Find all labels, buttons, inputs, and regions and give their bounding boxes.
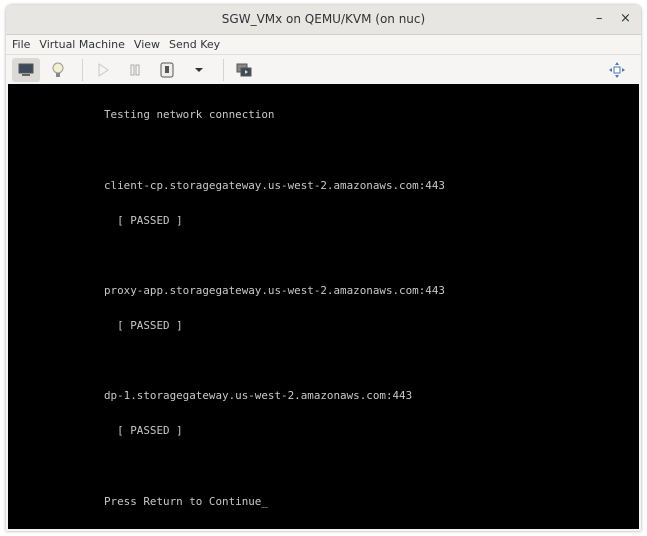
lightbulb-icon <box>52 62 64 77</box>
toolbar-separator <box>223 59 224 81</box>
console-heading: Testing network connection <box>104 108 275 122</box>
snapshots-icon <box>236 63 252 76</box>
window-title: SGW_VMx on QEMU/KVM (on nuc) <box>221 12 426 26</box>
console-text: Testing network connection client-cp.sto… <box>104 86 445 519</box>
monitor-icon <box>18 63 34 76</box>
run-button[interactable] <box>89 58 117 82</box>
power-icon <box>160 62 174 78</box>
toolbar <box>6 55 641 85</box>
title-bar: SGW_VMx on QEMU/KVM (on nuc) – × <box>6 5 641 35</box>
check-host: dp-1.storagegateway.us-west-2.amazonaws.… <box>104 389 413 403</box>
menu-send-key[interactable]: Send Key <box>169 38 220 51</box>
close-button[interactable]: × <box>620 11 631 26</box>
check-host: proxy-app.storagegateway.us-west-2.amazo… <box>104 283 445 297</box>
toolbar-separator <box>82 59 83 81</box>
check-status: [ PASSED ] <box>104 424 183 438</box>
check-status: [ PASSED ] <box>104 319 183 333</box>
menu-bar: File Virtual Machine View Send Key <box>6 35 641 55</box>
details-button[interactable] <box>44 58 72 82</box>
fullscreen-icon <box>609 62 625 78</box>
console-button[interactable] <box>12 58 40 82</box>
check-host: client-cp.storagegateway.us-west-2.amazo… <box>104 178 445 192</box>
fullscreen-button[interactable] <box>603 58 631 82</box>
menu-view[interactable]: View <box>134 38 160 51</box>
text-cursor: _ <box>261 494 268 508</box>
snapshots-button[interactable] <box>230 58 258 82</box>
minimize-button[interactable]: – <box>596 11 603 26</box>
pause-icon <box>130 64 140 76</box>
chevron-down-icon <box>195 68 203 72</box>
pause-button[interactable] <box>121 58 149 82</box>
shutdown-menu-button[interactable] <box>185 58 213 82</box>
play-icon <box>98 63 109 77</box>
shutdown-button[interactable] <box>153 58 181 82</box>
continue-prompt: Press Return to Continue <box>104 494 262 508</box>
check-status: [ PASSED ] <box>104 213 183 227</box>
menu-virtual-machine[interactable]: Virtual Machine <box>39 38 125 51</box>
menu-file[interactable]: File <box>12 38 30 51</box>
